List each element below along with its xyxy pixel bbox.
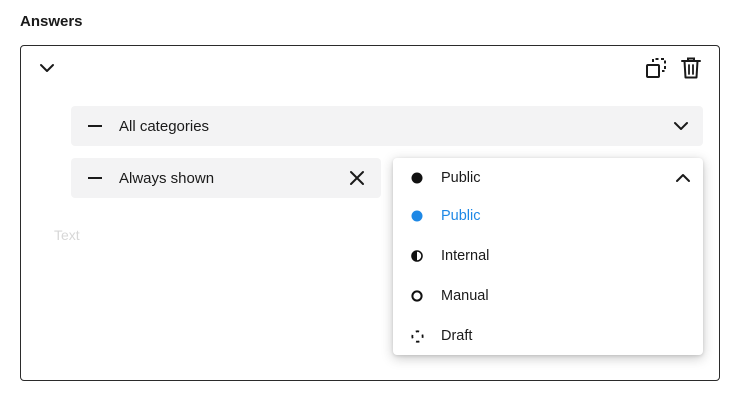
category-value: All categories bbox=[119, 117, 210, 135]
trash-icon bbox=[681, 57, 701, 79]
status-option-draft[interactable]: Draft bbox=[393, 316, 703, 356]
category-chevron[interactable] bbox=[671, 116, 691, 136]
status-option-public[interactable]: Public bbox=[393, 196, 703, 236]
visibility-value: Always shown bbox=[119, 169, 215, 187]
section-title: Answers bbox=[20, 13, 83, 30]
status-option-internal[interactable]: Internal bbox=[393, 236, 703, 276]
chevron-up-icon bbox=[673, 168, 693, 188]
half-circle-icon bbox=[410, 249, 424, 263]
delete-button[interactable] bbox=[679, 56, 703, 80]
chevron-down-icon bbox=[40, 64, 54, 72]
status-option-label: Manual bbox=[441, 288, 489, 304]
status-dropdown-toggle[interactable]: Public bbox=[393, 158, 703, 198]
filled-circle-icon bbox=[410, 171, 424, 185]
visibility-field[interactable]: Always shown bbox=[71, 158, 381, 198]
collapse-button[interactable] bbox=[37, 58, 57, 78]
status-option-label: Public bbox=[441, 208, 481, 224]
dashed-circle-icon bbox=[410, 329, 424, 343]
duplicate-icon bbox=[646, 58, 666, 78]
close-icon bbox=[350, 171, 364, 185]
status-option-label: Draft bbox=[441, 328, 473, 344]
text-input-placeholder[interactable]: Text bbox=[54, 227, 80, 243]
duplicate-button[interactable] bbox=[644, 56, 668, 80]
clear-button[interactable] bbox=[347, 168, 367, 188]
ring-icon bbox=[410, 289, 424, 303]
chevron-down-icon bbox=[674, 122, 688, 130]
minus-icon bbox=[88, 125, 102, 127]
category-select[interactable]: All categories bbox=[71, 106, 703, 146]
status-option-label: Internal bbox=[441, 248, 490, 264]
status-selected-label: Public bbox=[441, 170, 481, 186]
filled-circle-icon bbox=[410, 209, 424, 223]
minus-icon bbox=[88, 177, 102, 179]
status-dropdown: Public Public Internal Manual Draft bbox=[393, 158, 703, 355]
status-option-manual[interactable]: Manual bbox=[393, 276, 703, 316]
